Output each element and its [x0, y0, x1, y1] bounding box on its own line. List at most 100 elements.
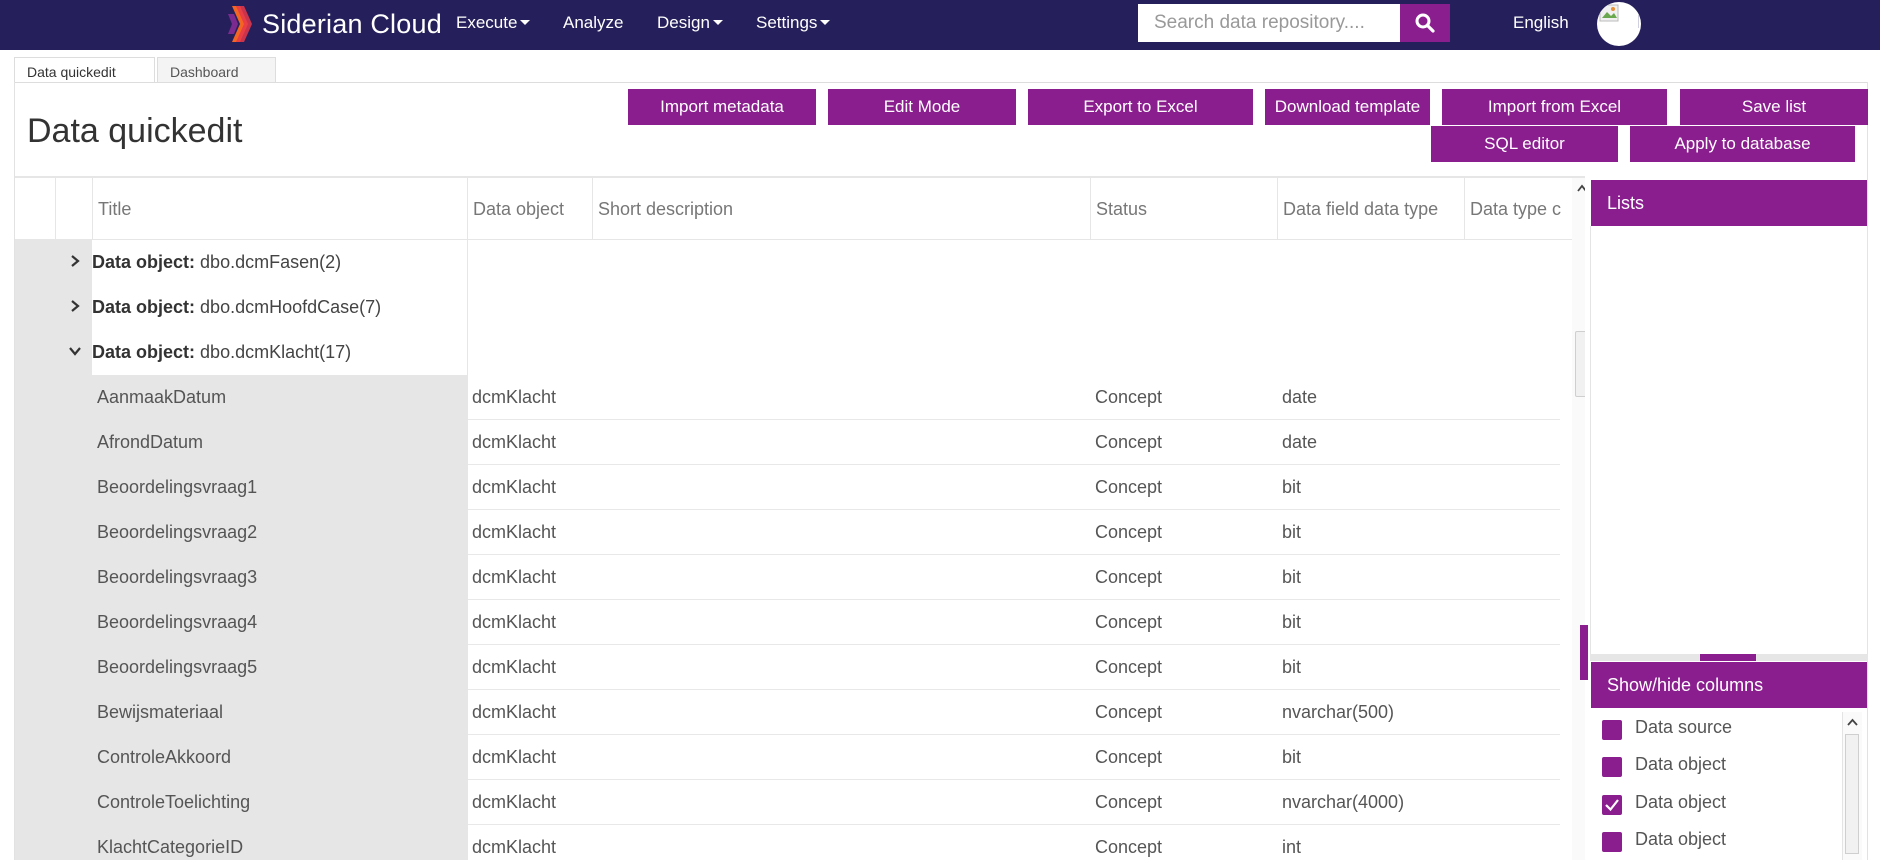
cell-data-type[interactable]: date — [1282, 375, 1317, 420]
cell-title[interactable]: Beoordelingsvraag4 — [97, 600, 257, 645]
cell-title[interactable]: KlachtCategorieID — [97, 825, 243, 860]
column-toggle-item[interactable]: Data source — [1591, 712, 1841, 746]
save-list-button[interactable]: Save list — [1680, 89, 1868, 125]
table-row[interactable]: ControleAkkoord dcmKlacht Concept bit — [15, 735, 1560, 780]
cell-data-object[interactable]: dcmKlacht — [472, 825, 556, 860]
cell-data-type[interactable]: nvarchar(4000) — [1282, 780, 1404, 825]
cell-title[interactable]: AfrondDatum — [97, 420, 203, 465]
group-row[interactable]: Data object: dbo.dcmKlacht(17) — [15, 330, 1560, 375]
cell-data-type[interactable]: bit — [1282, 600, 1301, 645]
cell-data-type[interactable]: date — [1282, 420, 1317, 465]
import-metadata-button[interactable]: Import metadata — [628, 89, 816, 125]
table-row[interactable]: Beoordelingsvraag5 dcmKlacht Concept bit — [15, 645, 1560, 690]
column-header-data-type-c[interactable]: Data type c — [1464, 178, 1576, 240]
column-checkbox[interactable] — [1602, 795, 1622, 815]
cell-title[interactable]: Beoordelingsvraag2 — [97, 510, 257, 555]
nav-analyze[interactable]: Analyze — [563, 13, 623, 33]
cell-data-type[interactable]: bit — [1282, 555, 1301, 600]
cell-status[interactable]: Concept — [1095, 555, 1162, 600]
download-template-button[interactable]: Download template — [1265, 89, 1430, 125]
cell-data-object[interactable]: dcmKlacht — [472, 735, 556, 780]
cell-status[interactable]: Concept — [1095, 825, 1162, 860]
column-toggle-item[interactable]: Data object — [1591, 749, 1841, 783]
column-header-status[interactable]: Status — [1090, 178, 1277, 240]
cell-status[interactable]: Concept — [1095, 690, 1162, 735]
cell-data-object[interactable]: dcmKlacht — [472, 420, 556, 465]
table-row[interactable]: AanmaakDatum dcmKlacht Concept date — [15, 375, 1560, 420]
cell-title[interactable]: Beoordelingsvraag1 — [97, 465, 257, 510]
nav-design[interactable]: Design — [657, 13, 723, 33]
nav-settings[interactable]: Settings — [756, 13, 831, 33]
chevron-right-icon[interactable] — [67, 253, 83, 269]
table-row[interactable]: Beoordelingsvraag2 dcmKlacht Concept bit — [15, 510, 1560, 555]
column-header-data-object[interactable]: Data object — [467, 178, 592, 240]
cell-title[interactable]: Beoordelingsvraag3 — [97, 555, 257, 600]
panel-resize-grip[interactable] — [1700, 654, 1756, 661]
chevron-right-icon[interactable] — [67, 298, 83, 314]
language-selector[interactable]: English — [1513, 13, 1569, 33]
table-row[interactable]: Beoordelingsvraag1 dcmKlacht Concept bit — [15, 465, 1560, 510]
cell-title[interactable]: Beoordelingsvraag5 — [97, 645, 257, 690]
cell-data-object[interactable]: dcmKlacht — [472, 780, 556, 825]
cell-data-type[interactable]: bit — [1282, 465, 1301, 510]
cell-data-type[interactable]: bit — [1282, 645, 1301, 690]
cell-status[interactable]: Concept — [1095, 420, 1162, 465]
nav-execute[interactable]: Execute — [456, 13, 531, 33]
cell-data-type[interactable]: bit — [1282, 735, 1301, 780]
column-header-title[interactable]: Title — [92, 178, 467, 240]
cell-title[interactable]: ControleAkkoord — [97, 735, 231, 780]
cell-data-type[interactable]: bit — [1282, 510, 1301, 555]
sql-editor-button[interactable]: SQL editor — [1431, 126, 1618, 162]
siderian-logo-icon[interactable] — [226, 4, 254, 44]
table-row[interactable]: ControleToelichting dcmKlacht Concept nv… — [15, 780, 1560, 825]
cell-title[interactable]: ControleToelichting — [97, 780, 250, 825]
table-row[interactable]: Beoordelingsvraag3 dcmKlacht Concept bit — [15, 555, 1560, 600]
brand-name[interactable]: Siderian Cloud — [262, 9, 442, 40]
scroll-up-icon[interactable] — [1577, 184, 1585, 192]
cell-data-object[interactable]: dcmKlacht — [472, 600, 556, 645]
tab-data-quickedit[interactable]: Data quickedit — [14, 57, 155, 83]
avatar[interactable] — [1597, 2, 1641, 46]
table-row[interactable]: Beoordelingsvraag4 dcmKlacht Concept bit — [15, 600, 1560, 645]
cell-status[interactable]: Concept — [1095, 375, 1162, 420]
cell-status[interactable]: Concept — [1095, 780, 1162, 825]
cell-data-type[interactable]: nvarchar(500) — [1282, 690, 1394, 735]
cell-status[interactable]: Concept — [1095, 510, 1162, 555]
column-checkbox[interactable] — [1602, 832, 1622, 852]
column-checkbox[interactable] — [1602, 720, 1622, 740]
tab-dashboard[interactable]: Dashboard — [157, 57, 276, 83]
scroll-up-icon[interactable] — [1847, 718, 1858, 726]
column-toggle-item[interactable]: Data object — [1591, 787, 1841, 821]
cell-title[interactable]: AanmaakDatum — [97, 375, 226, 420]
scrollbar-thumb[interactable] — [1575, 331, 1585, 397]
edit-mode-button[interactable]: Edit Mode — [828, 89, 1016, 125]
cell-status[interactable]: Concept — [1095, 465, 1162, 510]
column-header-data-type[interactable]: Data field data type — [1277, 178, 1464, 240]
search-button[interactable] — [1400, 4, 1450, 42]
cell-data-object[interactable]: dcmKlacht — [472, 645, 556, 690]
cell-data-object[interactable]: dcmKlacht — [472, 555, 556, 600]
chevron-down-icon[interactable] — [67, 343, 83, 359]
cell-status[interactable]: Concept — [1095, 600, 1162, 645]
cell-data-object[interactable]: dcmKlacht — [472, 690, 556, 735]
apply-to-database-button[interactable]: Apply to database — [1630, 126, 1855, 162]
cell-status[interactable]: Concept — [1095, 645, 1162, 690]
cell-data-object[interactable]: dcmKlacht — [472, 465, 556, 510]
group-row[interactable]: Data object: dbo.dcmFasen(2) — [15, 240, 1560, 285]
column-toggle-item[interactable]: Data object — [1591, 824, 1841, 858]
import-excel-button[interactable]: Import from Excel — [1442, 89, 1667, 125]
search-input[interactable] — [1138, 4, 1400, 42]
columns-list-scrollbar[interactable] — [1842, 712, 1862, 860]
column-checkbox[interactable] — [1602, 757, 1622, 777]
cell-data-type[interactable]: int — [1282, 825, 1301, 860]
grid-scrollbar[interactable] — [1572, 178, 1585, 860]
cell-data-object[interactable]: dcmKlacht — [472, 375, 556, 420]
show-hide-columns-header[interactable]: Show/hide columns — [1591, 662, 1867, 708]
scrollbar-thumb[interactable] — [1845, 734, 1859, 854]
export-excel-button[interactable]: Export to Excel — [1028, 89, 1253, 125]
group-row[interactable]: Data object: dbo.dcmHoofdCase(7) — [15, 285, 1560, 330]
column-header-short-description[interactable]: Short description — [592, 178, 1090, 240]
table-row[interactable]: AfrondDatum dcmKlacht Concept date — [15, 420, 1560, 465]
cell-status[interactable]: Concept — [1095, 735, 1162, 780]
panel-splitter-handle[interactable] — [1580, 625, 1588, 680]
